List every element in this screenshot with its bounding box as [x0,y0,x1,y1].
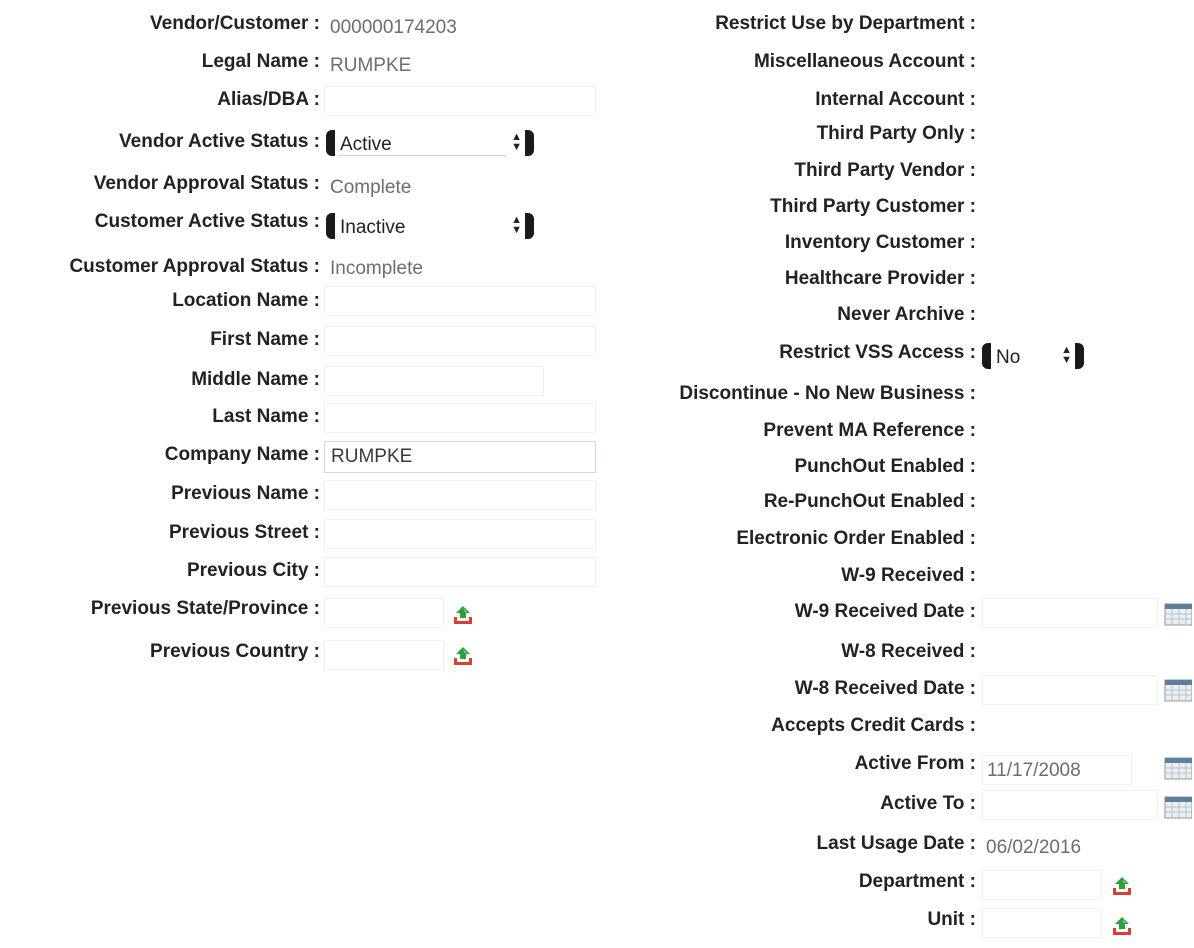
third-party-only-label: Third Party Only : [816,123,976,144]
lookup-upload-icon[interactable] [451,603,475,627]
calendar-icon[interactable] [1164,678,1193,702]
previous-street-field[interactable] [324,519,596,549]
active-from-field[interactable]: 11/17/2008 [982,755,1132,785]
previous-name-field[interactable] [324,480,596,510]
location-name-label: Location Name : [172,290,320,311]
previous-country-label: Previous Country : [150,641,320,662]
restrict-vss-access-select[interactable]: No ▲ ▼ [982,341,1084,371]
punchout-enabled-label: PunchOut Enabled : [794,456,976,477]
active-to-field[interactable] [982,790,1158,820]
electronic-order-enabled-label: Electronic Order Enabled : [736,528,976,549]
middle-name-field[interactable] [324,366,544,396]
customer-approval-status-label: Customer Approval Status : [69,256,320,277]
up-down-arrows-icon: ▲ ▼ [511,214,522,236]
never-archive-label: Never Archive : [837,304,976,325]
prevent-ma-reference-label: Prevent MA Reference : [763,420,976,441]
up-down-arrows-icon: ▲ ▼ [511,131,522,153]
internal-account-label: Internal Account : [815,89,976,110]
vendor-active-status-selected: Active [340,134,392,155]
previous-state-label: Previous State/Province : [90,598,320,619]
first-name-label: First Name : [210,329,320,350]
calendar-icon[interactable] [1164,795,1193,819]
restrict-vss-access-label: Restrict VSS Access : [779,342,976,363]
previous-city-label: Previous City : [186,560,320,581]
active-from-value: 11/17/2008 [987,760,1081,781]
re-punchout-enabled-label: Re-PunchOut Enabled : [763,491,976,512]
third-party-customer-label: Third Party Customer : [770,196,976,217]
w8-received-label: W-8 Received : [841,641,976,662]
vendor-approval-status-label: Vendor Approval Status : [93,173,320,194]
accepts-credit-cards-label: Accepts Credit Cards : [771,715,976,736]
department-label: Department : [858,871,976,892]
inventory-customer-label: Inventory Customer : [784,232,976,253]
vendor-active-status-select[interactable]: Active ▲ ▼ [326,128,534,158]
vendor-customer-label: Vendor/Customer : [150,13,320,34]
last-name-field[interactable] [324,403,596,433]
restrict-use-by-department-label: Restrict Use by Department : [715,13,976,34]
previous-state-field[interactable] [324,598,444,628]
w8-received-date-field[interactable] [982,675,1158,705]
last-usage-date-value: 06/02/2016 [986,837,1082,858]
healthcare-provider-label: Healthcare Provider : [784,268,976,289]
vendor-approval-status-value: Complete [330,177,412,198]
previous-street-label: Previous Street : [169,522,320,543]
calendar-icon[interactable] [1164,756,1193,780]
unit-field[interactable] [982,908,1102,938]
customer-active-status-label: Customer Active Status : [94,211,320,232]
unit-label: Unit : [927,909,976,930]
company-name-field[interactable]: RUMPKE [324,441,596,473]
customer-active-status-select[interactable]: Inactive ▲ ▼ [326,211,534,241]
department-field[interactable] [982,870,1102,900]
lookup-upload-icon[interactable] [1110,914,1134,938]
previous-name-label: Previous Name : [171,483,320,504]
last-name-label: Last Name : [212,406,320,427]
legal-name-label: Legal Name : [201,51,320,72]
w9-received-date-field[interactable] [982,598,1158,628]
previous-country-field[interactable] [324,640,444,670]
restrict-vss-access-selected: No [996,347,1021,368]
middle-name-label: Middle Name : [191,369,320,390]
miscellaneous-account-label: Miscellaneous Account : [753,51,976,72]
alias-dba-label: Alias/DBA : [217,89,320,110]
calendar-icon[interactable] [1164,602,1193,626]
last-usage-date-label: Last Usage Date : [816,833,976,854]
customer-active-status-selected: Inactive [340,217,406,238]
company-name-label: Company Name : [164,444,320,465]
vendor-customer-value: 000000174203 [330,17,457,38]
first-name-field[interactable] [324,326,596,356]
up-down-arrows-icon: ▲ ▼ [1061,344,1072,366]
discontinue-no-new-business-label: Discontinue - No New Business : [679,383,976,404]
lookup-upload-icon[interactable] [451,644,475,668]
w8-received-date-label: W-8 Received Date : [794,678,976,699]
active-to-label: Active To : [880,793,976,814]
third-party-vendor-label: Third Party Vendor : [794,160,976,181]
company-name-value: RUMPKE [331,446,413,467]
w9-received-label: W-9 Received : [841,565,976,586]
previous-city-field[interactable] [324,557,596,587]
active-from-label: Active From : [854,753,976,774]
customer-approval-status-value: Incomplete [330,258,423,279]
legal-name-value: RUMPKE [330,55,412,76]
location-name-field[interactable] [324,286,596,316]
alias-dba-field[interactable] [324,86,596,116]
lookup-upload-icon[interactable] [1110,874,1134,898]
vendor-active-status-label: Vendor Active Status : [119,131,320,152]
w9-received-date-label: W-9 Received Date : [794,601,976,622]
